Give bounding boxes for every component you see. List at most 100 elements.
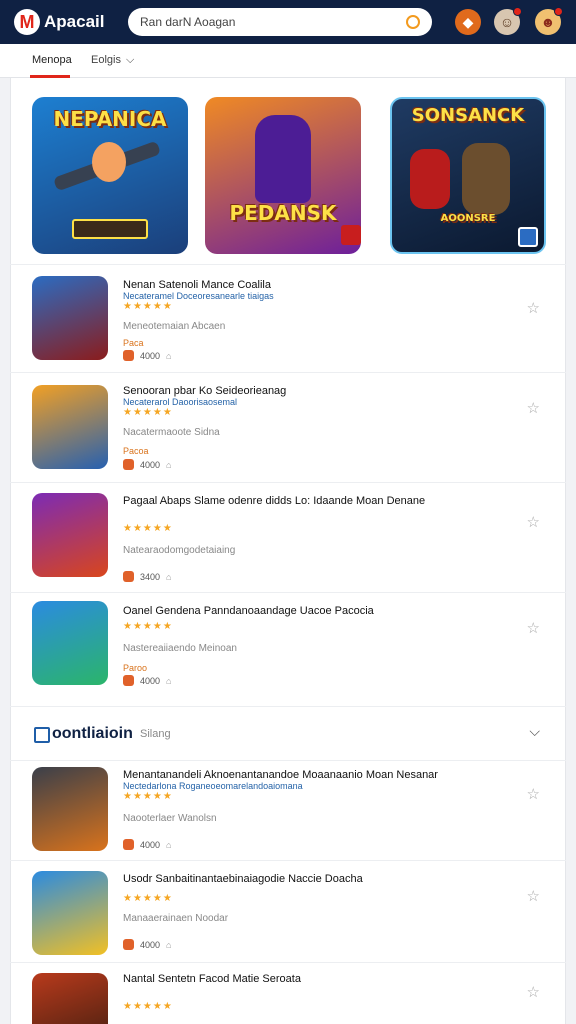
banner-character-art [410, 149, 450, 209]
item-meta: 4000 ⌂ [123, 675, 171, 686]
section-icon [34, 727, 50, 743]
item-subtitle: Nectedarlona Roganeoeomarelandoaiomana [123, 781, 303, 791]
category-icon [123, 675, 134, 686]
rating-stars: ★★★★★ [123, 301, 173, 312]
rating-stars: ★★★★★ [123, 407, 173, 418]
controller-icon[interactable]: ◆ [455, 9, 481, 35]
list-item[interactable]: Nantal Sentetn Facod Matie Seroata ★★★★★… [10, 962, 566, 1024]
game-thumbnail [32, 385, 108, 469]
share-icon: ⌂ [166, 675, 172, 686]
game-thumbnail [32, 493, 108, 577]
share-icon: ⌂ [166, 939, 172, 950]
favorite-star-icon[interactable]: ☆ [527, 983, 540, 1001]
item-subtitle: Necaterarol Daoorisaosemal [123, 397, 238, 407]
section-subtitle: Silang [140, 728, 171, 740]
avatar-icon[interactable]: ☺ [494, 7, 522, 35]
item-title: Nantal Sentetn Facod Matie Seroata [123, 973, 301, 985]
banner-title: PEDANSK [229, 201, 337, 225]
game-thumbnail [32, 871, 108, 955]
item-title: Pagaal Abaps Slame odenre didds Lo: Idaa… [123, 495, 426, 507]
banner-title: NEPANICA [53, 107, 167, 131]
featured-banner-1[interactable]: NEPANICA [32, 97, 188, 254]
share-icon: ⌂ [166, 839, 172, 850]
list-item[interactable]: Menantanandeli Aknoenantanandoe Moaanaan… [10, 760, 566, 860]
favorite-star-icon[interactable]: ☆ [527, 513, 540, 531]
item-subtitle: Necateramel Doceoresanearle tiaigas [123, 291, 274, 301]
item-title: Oanel Gendena Panndanoaandage Uacoe Paco… [123, 605, 374, 617]
banner-character-art [255, 115, 311, 203]
refresh-icon[interactable] [406, 15, 420, 29]
search-input[interactable] [140, 15, 406, 29]
favorite-star-icon[interactable]: ☆ [527, 299, 540, 317]
share-icon: ⌂ [166, 350, 172, 361]
item-meta-value: 3400 [140, 571, 161, 582]
item-meta-value: 4000 [140, 939, 161, 950]
item-title: Usodr Sanbaitinantaebinaiagodie Naccie D… [123, 873, 363, 885]
item-developer: Natearaodomgodetaiaing [123, 545, 236, 556]
app-logo[interactable]: M Apacail [14, 9, 104, 35]
profile-icon[interactable]: ☻ [535, 7, 563, 35]
category-icon [123, 839, 134, 850]
banner-character-art [462, 143, 510, 215]
section-header[interactable]: oontliaioin Silang ⌵ [10, 706, 566, 760]
game-thumbnail [32, 973, 108, 1024]
chevron-down-icon[interactable]: ⌵ [529, 723, 540, 740]
section-title: oontliaioin [52, 725, 133, 742]
category-icon [123, 571, 134, 582]
game-thumbnail [32, 276, 108, 360]
item-title: Nenan Satenoli Mance Coalila [123, 279, 271, 291]
banner-plate [72, 219, 148, 239]
item-tag: Paca [123, 338, 144, 348]
featured-banner-2[interactable]: PEDANSK [205, 97, 361, 254]
chevron-down-icon[interactable]: ⌵ [126, 54, 134, 67]
notification-dot [513, 7, 522, 16]
item-meta-value: 4000 [140, 459, 161, 470]
tab-eolgis[interactable]: Eolgis [91, 54, 121, 66]
favorite-star-icon[interactable]: ☆ [527, 785, 540, 803]
banner-subtitle: AOONSRE [440, 213, 496, 224]
rating-stars: ★★★★★ [123, 621, 173, 632]
category-icon [123, 350, 134, 361]
list-item[interactable]: Oanel Gendena Panndanoaandage Uacoe Paco… [10, 592, 566, 706]
banner-badge [341, 225, 361, 245]
banner-title: SONSANCK [411, 105, 525, 126]
rating-stars: ★★★★★ [123, 1001, 173, 1012]
rating-stars: ★★★★★ [123, 893, 173, 904]
item-developer: Meneotemaian Abcaen [123, 321, 226, 332]
item-meta-value: 4000 [140, 839, 161, 850]
list-item[interactable]: Pagaal Abaps Slame odenre didds Lo: Idaa… [10, 482, 566, 592]
favorite-star-icon[interactable]: ☆ [527, 887, 540, 905]
top-bar: M Apacail ◆ ☺ ☻ [0, 0, 576, 44]
item-developer: Nacatermaoote Sidna [123, 427, 220, 438]
item-meta: 4000 ⌂ [123, 459, 171, 470]
tab-menopa[interactable]: Menopa [32, 54, 72, 66]
item-developer: Naooterlaer Wanolsn [123, 813, 217, 824]
logo-badge: M [14, 9, 40, 35]
item-meta: 4000 ⌂ [123, 350, 171, 361]
item-meta-value: 4000 [140, 675, 161, 686]
game-thumbnail [32, 767, 108, 851]
tab-bar: Menopa Eolgis ⌵ [0, 44, 576, 78]
item-developer: Manaaerainaen Noodar [123, 913, 229, 924]
item-title: Senooran pbar Ko Seideorieanag [123, 385, 287, 397]
app-name: Apacail [44, 12, 105, 31]
item-meta: 4000 ⌂ [123, 839, 171, 850]
item-meta-value: 4000 [140, 350, 161, 361]
item-developer: Nastereaiiaendo Meinoan [123, 643, 237, 654]
list-item[interactable]: Usodr Sanbaitinantaebinaiagodie Naccie D… [10, 860, 566, 962]
item-tag: Paroo [123, 663, 148, 673]
notification-dot [554, 7, 563, 16]
share-icon: ⌂ [166, 571, 172, 582]
list-item[interactable]: Senooran pbar Ko Seideorieanag Necaterar… [10, 372, 566, 482]
game-thumbnail [32, 601, 108, 685]
list-item[interactable]: Nenan Satenoli Mance Coalila Necateramel… [10, 264, 566, 372]
favorite-star-icon[interactable]: ☆ [527, 619, 540, 637]
category-icon [123, 939, 134, 950]
share-icon: ⌂ [166, 459, 172, 470]
banner-character-art [92, 142, 126, 182]
search-bar[interactable] [128, 8, 432, 36]
featured-banner-3[interactable]: SONSANCK AOONSRE [390, 97, 546, 254]
favorite-star-icon[interactable]: ☆ [527, 399, 540, 417]
item-meta: 4000 ⌂ [123, 939, 171, 950]
rating-stars: ★★★★★ [123, 791, 173, 802]
